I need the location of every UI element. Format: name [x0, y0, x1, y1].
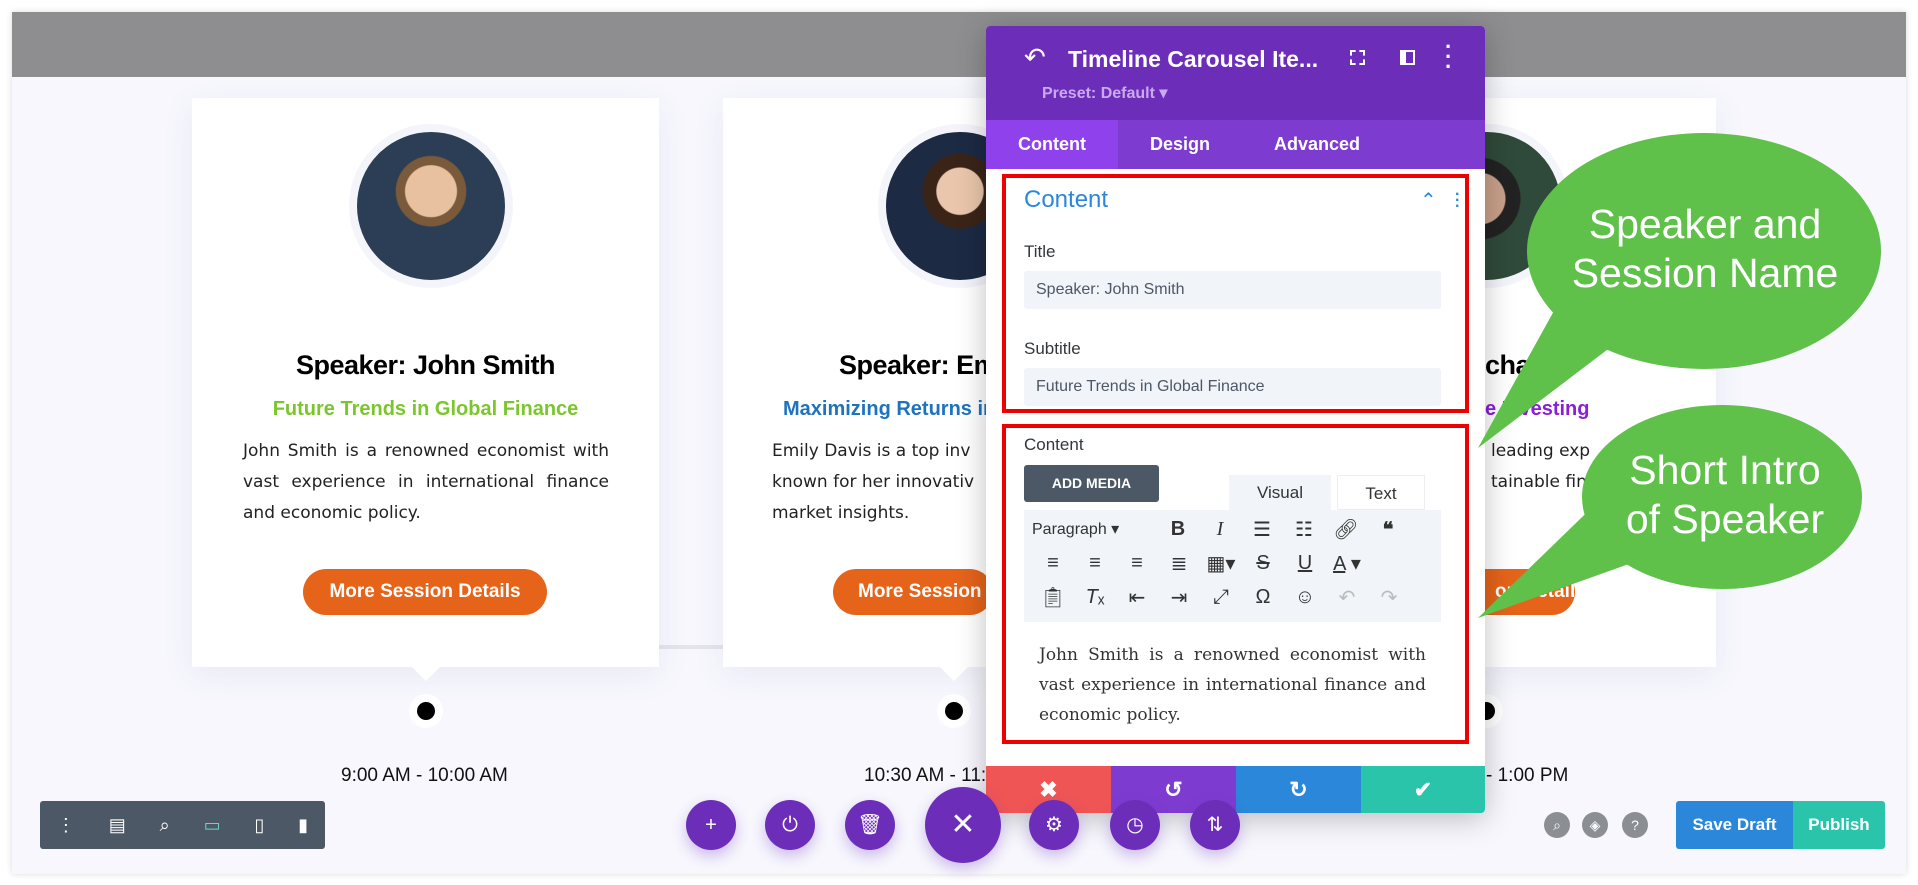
callout-text-2: Short Intro of Speaker [1625, 447, 1825, 542]
help-icon[interactable]: ? [1622, 812, 1648, 838]
callout-text-1: Speaker and Session Name [1571, 201, 1839, 296]
phone-view-icon[interactable]: ▮ [298, 815, 308, 836]
power-icon[interactable]: ⏻ [765, 800, 815, 850]
view-toolbar: ⋮ ▤ ⌕ ▭ ▯ ▮ [40, 801, 325, 849]
callouts-layer [1478, 133, 1881, 618]
zoom-icon[interactable]: ⌕ [160, 815, 170, 836]
wireframe-icon[interactable]: ▤ [109, 815, 126, 836]
sort-icon[interactable]: ⇅ [1190, 800, 1240, 850]
gear-icon[interactable]: ⚙ [1029, 800, 1079, 850]
desktop-view-icon[interactable]: ▭ [204, 815, 221, 836]
publish-button[interactable]: Publish [1793, 801, 1885, 849]
search-icon[interactable]: ⌕ [1544, 812, 1570, 838]
menu-icon[interactable]: ⋮ [57, 815, 75, 836]
tablet-view-icon[interactable]: ▯ [254, 815, 264, 836]
layers-icon[interactable]: ◈ [1582, 812, 1608, 838]
save-draft-button[interactable]: Save Draft [1676, 801, 1793, 849]
close-icon[interactable]: ✕ [925, 787, 1001, 863]
add-icon[interactable]: + [686, 800, 736, 850]
history-icon[interactable]: ◷ [1110, 800, 1160, 850]
trash-icon[interactable]: 🗑︎ [845, 800, 895, 850]
